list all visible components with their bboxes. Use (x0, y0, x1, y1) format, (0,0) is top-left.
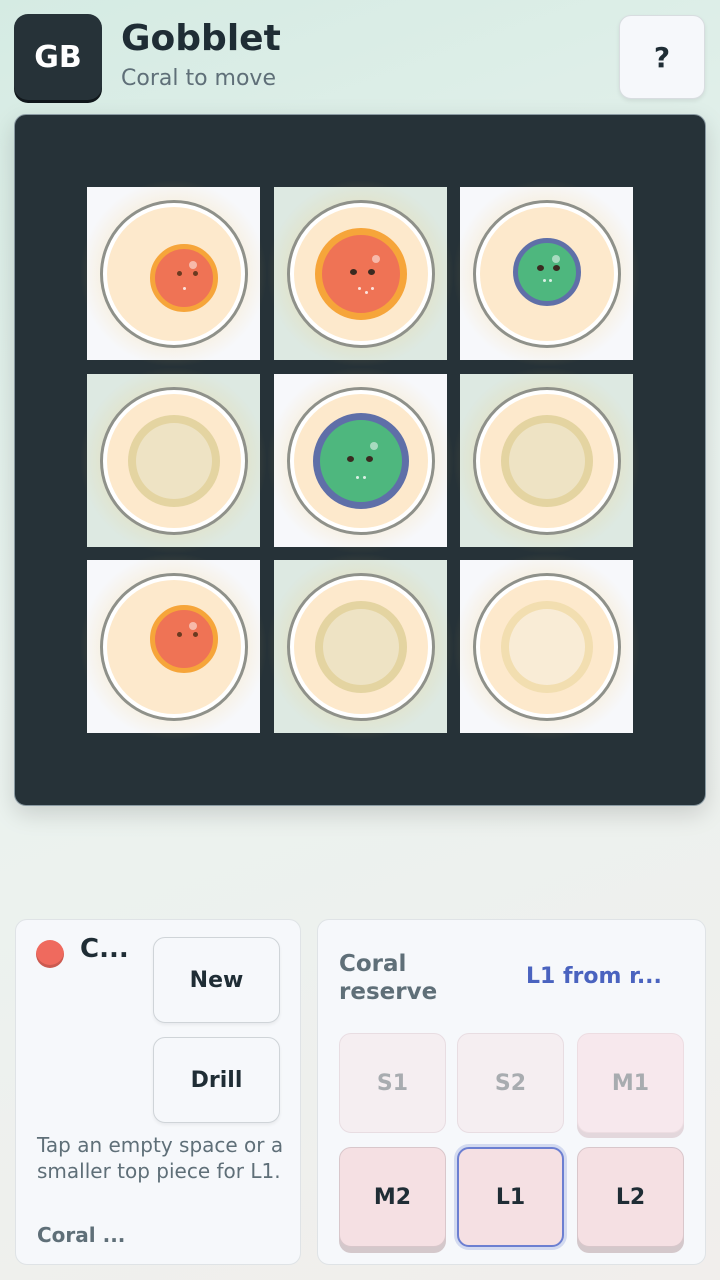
cell-plate (99, 386, 248, 535)
page-title: Gobblet (121, 18, 281, 59)
status-panel: C... New Drill Tap an empty space or a s… (15, 919, 301, 1265)
empty-slot (314, 600, 407, 693)
piece-green-large[interactable] (312, 412, 409, 509)
cell-plate (472, 386, 621, 535)
new-game-button[interactable]: New (153, 937, 280, 1023)
cell-plate (99, 572, 248, 721)
reserve-piece-l1[interactable]: L1 (457, 1147, 564, 1247)
reserve-selection: L1 from r... (526, 964, 662, 989)
board-cell-b2[interactable] (266, 366, 455, 555)
piece-coral-small[interactable] (149, 243, 218, 312)
turn-player-name: C... (80, 934, 129, 964)
piece-green-small[interactable] (512, 237, 581, 306)
coral-turn-indicator (36, 940, 64, 968)
cell-plate (286, 199, 435, 348)
app-logo: GB (14, 14, 102, 100)
reserve-title: Coral reserve (339, 951, 438, 1005)
piece-coral-small[interactable] (149, 604, 218, 673)
cell-plate (286, 386, 435, 535)
empty-slot (500, 600, 593, 693)
board-cell-c2[interactable] (452, 366, 641, 555)
empty-slot (127, 414, 220, 507)
reserve-piece-s2[interactable]: S2 (457, 1033, 564, 1133)
board-cell-c1[interactable] (452, 179, 641, 368)
reserve-piece-l2[interactable]: L2 (577, 1147, 684, 1247)
board-cell-c3[interactable] (452, 552, 641, 741)
cell-plate (472, 572, 621, 721)
empty-slot (500, 414, 593, 507)
drill-button[interactable]: Drill (153, 1037, 280, 1123)
cell-plate (286, 572, 435, 721)
piece-coral-medium[interactable] (314, 227, 407, 320)
reserve-panel: Coral reserve L1 from r... S1 S2 M1 M2 L… (317, 919, 706, 1265)
move-hint: Tap an empty space or a smaller top piec… (37, 1133, 284, 1183)
reserve-piece-m2[interactable]: M2 (339, 1147, 446, 1247)
turn-subtitle: Coral to move (121, 66, 276, 91)
game-board (14, 114, 706, 806)
board-cell-a1[interactable] (79, 179, 268, 368)
help-button[interactable]: ? (619, 15, 705, 99)
status-footer: Coral ... (37, 1223, 126, 1247)
cell-plate (472, 199, 621, 348)
reserve-piece-s1[interactable]: S1 (339, 1033, 446, 1133)
cell-plate (99, 199, 248, 348)
board-cell-a2[interactable] (79, 366, 268, 555)
board-cell-b1[interactable] (266, 179, 455, 368)
reserve-piece-m1[interactable]: M1 (577, 1033, 684, 1133)
board-cell-a3[interactable] (79, 552, 268, 741)
board-cell-b3[interactable] (266, 552, 455, 741)
